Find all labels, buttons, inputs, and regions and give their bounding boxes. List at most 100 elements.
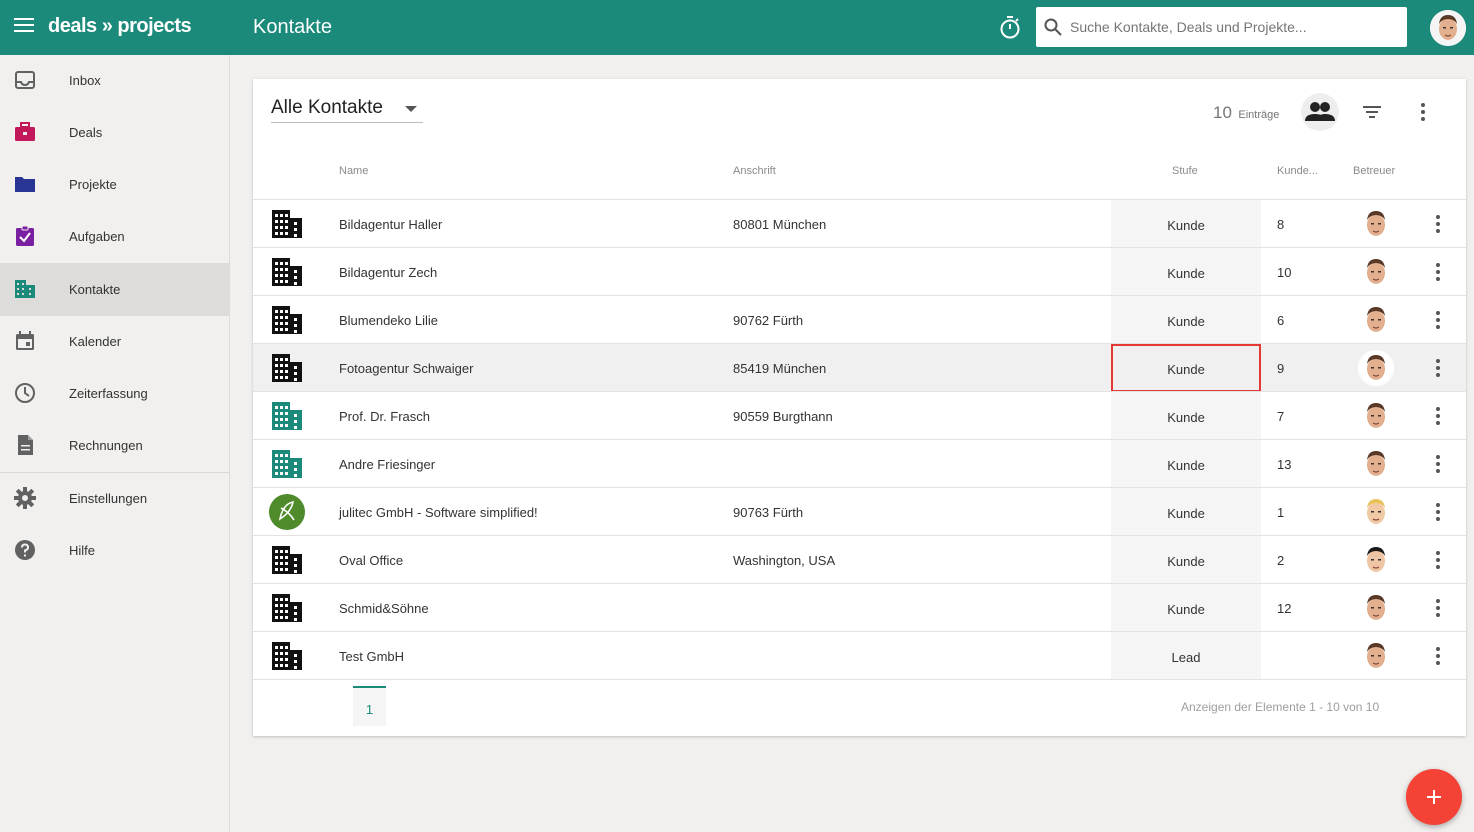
people-button[interactable] bbox=[1301, 93, 1339, 131]
owner-avatar[interactable] bbox=[1358, 446, 1394, 482]
contact-stage[interactable]: Kunde bbox=[1111, 506, 1261, 521]
contact-stage[interactable]: Kunde bbox=[1111, 602, 1261, 617]
view-dropdown-label: Alle Kontakte bbox=[271, 97, 383, 118]
more-vert-icon[interactable] bbox=[1431, 406, 1445, 426]
view-dropdown[interactable]: Alle Kontakte bbox=[271, 97, 423, 123]
contact-name[interactable]: Fotoagentur Schwaiger bbox=[339, 361, 473, 376]
folder-icon bbox=[15, 177, 35, 192]
sidebar-item-label: Inbox bbox=[69, 73, 101, 88]
filter-icon[interactable] bbox=[1361, 101, 1383, 123]
stopwatch-icon[interactable] bbox=[999, 16, 1021, 40]
column-header-stage[interactable]: Stufe bbox=[1172, 165, 1198, 177]
table-row[interactable]: Bildagentur Zech Kunde 10 bbox=[253, 247, 1466, 295]
column-header-owner[interactable]: Betreuer bbox=[1353, 165, 1395, 177]
sidebar-item-kalender[interactable]: Kalender bbox=[0, 316, 229, 368]
owner-avatar[interactable] bbox=[1358, 494, 1394, 530]
add-button[interactable] bbox=[1406, 769, 1462, 825]
owner-avatar[interactable] bbox=[1358, 350, 1394, 386]
inbox-icon bbox=[15, 71, 35, 89]
sidebar-item-label: Einstellungen bbox=[69, 491, 148, 506]
building-icon bbox=[271, 592, 303, 624]
owner-avatar[interactable] bbox=[1358, 302, 1394, 338]
contact-name[interactable]: Bildagentur Zech bbox=[339, 265, 437, 280]
table-row[interactable]: Blumendeko Lilie 90762 Fürth Kunde 6 bbox=[253, 295, 1466, 343]
sidebar-item-projekte[interactable]: Projekte bbox=[0, 159, 229, 211]
more-vert-icon[interactable] bbox=[1431, 214, 1445, 234]
contact-stage[interactable]: Kunde bbox=[1111, 410, 1261, 425]
contact-address: Washington, USA bbox=[733, 553, 836, 568]
table-row[interactable]: Prof. Dr. Frasch 90559 Burgthann Kunde 7 bbox=[253, 391, 1466, 439]
more-vert-icon[interactable] bbox=[1431, 262, 1445, 282]
plus-icon-vertical bbox=[1433, 790, 1435, 804]
contact-name[interactable]: Andre Friesinger bbox=[339, 457, 435, 472]
contact-stage[interactable]: Kunde bbox=[1111, 266, 1261, 281]
contact-name[interactable]: Oval Office bbox=[339, 553, 403, 568]
sidebar-item-deals[interactable]: Deals bbox=[0, 107, 229, 159]
user-avatar[interactable] bbox=[1430, 10, 1466, 46]
column-header-name[interactable]: Name bbox=[339, 165, 368, 177]
more-vert-icon[interactable] bbox=[1431, 646, 1445, 666]
sidebar: Inbox Deals Projekte Aufgaben Kontakte K… bbox=[0, 55, 230, 832]
owner-avatar[interactable] bbox=[1358, 590, 1394, 626]
owner-avatar[interactable] bbox=[1358, 542, 1394, 578]
contact-name[interactable]: Bildagentur Haller bbox=[339, 217, 442, 232]
table-row[interactable]: julitec GmbH - Software simplified! 90763… bbox=[253, 487, 1466, 535]
more-vert-icon[interactable] bbox=[1431, 598, 1445, 618]
contact-stage[interactable]: Kunde bbox=[1111, 458, 1261, 473]
table-row[interactable]: Test GmbH Lead bbox=[253, 631, 1466, 679]
page-button[interactable]: 1 bbox=[353, 686, 386, 726]
contact-stage[interactable]: Kunde bbox=[1111, 314, 1261, 329]
building-icon bbox=[271, 640, 303, 672]
customer-number: 9 bbox=[1277, 361, 1285, 376]
sidebar-item-zeiterfassung[interactable]: Zeiterfassung bbox=[0, 368, 229, 420]
contact-stage[interactable]: Kunde bbox=[1111, 554, 1261, 569]
contact-stage[interactable]: Lead bbox=[1111, 650, 1261, 665]
owner-avatar[interactable] bbox=[1358, 398, 1394, 434]
building-icon bbox=[271, 256, 303, 288]
contact-name[interactable]: Prof. Dr. Frasch bbox=[339, 409, 430, 424]
customer-number: 1 bbox=[1277, 505, 1285, 520]
contact-address: 85419 München bbox=[733, 361, 827, 376]
entry-count-unit: Einträge bbox=[1238, 109, 1280, 121]
owner-avatar[interactable] bbox=[1358, 254, 1394, 290]
sidebar-item-inbox[interactable]: Inbox bbox=[0, 55, 229, 107]
column-header-customer[interactable]: Kunde... bbox=[1277, 165, 1318, 177]
column-header-address[interactable]: Anschrift bbox=[733, 165, 776, 177]
more-vert-icon[interactable] bbox=[1431, 454, 1445, 474]
sidebar-item-einstellungen[interactable]: Einstellungen bbox=[0, 473, 229, 525]
sidebar-item-rechnungen[interactable]: Rechnungen bbox=[0, 420, 229, 472]
more-vert-icon[interactable] bbox=[1431, 358, 1445, 378]
contact-address: 80801 München bbox=[733, 217, 827, 232]
table-row[interactable]: Bildagentur Haller 80801 München Kunde 8 bbox=[253, 199, 1466, 247]
sidebar-item-aufgaben[interactable]: Aufgaben bbox=[0, 211, 229, 263]
menu-icon[interactable] bbox=[14, 18, 34, 34]
contact-name[interactable]: Blumendeko Lilie bbox=[339, 313, 438, 328]
sidebar-item-hilfe[interactable]: Hilfe bbox=[0, 525, 229, 577]
calendar-icon bbox=[16, 331, 34, 350]
table-row[interactable]: Oval Office Washington, USA Kunde 2 bbox=[253, 535, 1466, 583]
more-vert-icon[interactable] bbox=[1431, 310, 1445, 330]
contact-name[interactable]: julitec GmbH - Software simplified! bbox=[339, 505, 538, 520]
building-icon bbox=[271, 304, 303, 336]
sidebar-item-label: Zeiterfassung bbox=[69, 386, 148, 401]
app-header: deals » projects Kontakte bbox=[0, 0, 1474, 55]
more-vert-icon[interactable] bbox=[1431, 550, 1445, 570]
pagination-info: Anzeigen der Elemente 1 - 10 von 10 bbox=[1181, 700, 1380, 714]
more-vert-icon[interactable] bbox=[1431, 502, 1445, 522]
sidebar-item-label: Projekte bbox=[69, 177, 117, 192]
contact-stage[interactable]: Kunde bbox=[1111, 218, 1261, 233]
table-row[interactable]: Fotoagentur Schwaiger 85419 München Kunde 9 bbox=[253, 343, 1466, 392]
search-input[interactable] bbox=[1070, 7, 1400, 47]
table-row[interactable]: Schmid&Söhne Kunde 12 bbox=[253, 583, 1466, 631]
table-row[interactable]: Andre Friesinger Kunde 13 bbox=[253, 439, 1466, 487]
app-logo[interactable]: deals » projects bbox=[48, 15, 192, 38]
building-icon bbox=[15, 280, 35, 298]
building-icon bbox=[271, 208, 303, 240]
more-vert-icon[interactable] bbox=[1416, 101, 1430, 123]
sidebar-item-label: Hilfe bbox=[69, 543, 96, 558]
owner-avatar[interactable] bbox=[1358, 638, 1394, 674]
owner-avatar[interactable] bbox=[1358, 206, 1394, 242]
sidebar-item-kontakte[interactable]: Kontakte bbox=[0, 263, 229, 316]
contact-name[interactable]: Schmid&Söhne bbox=[339, 601, 429, 616]
contact-name[interactable]: Test GmbH bbox=[339, 649, 404, 664]
